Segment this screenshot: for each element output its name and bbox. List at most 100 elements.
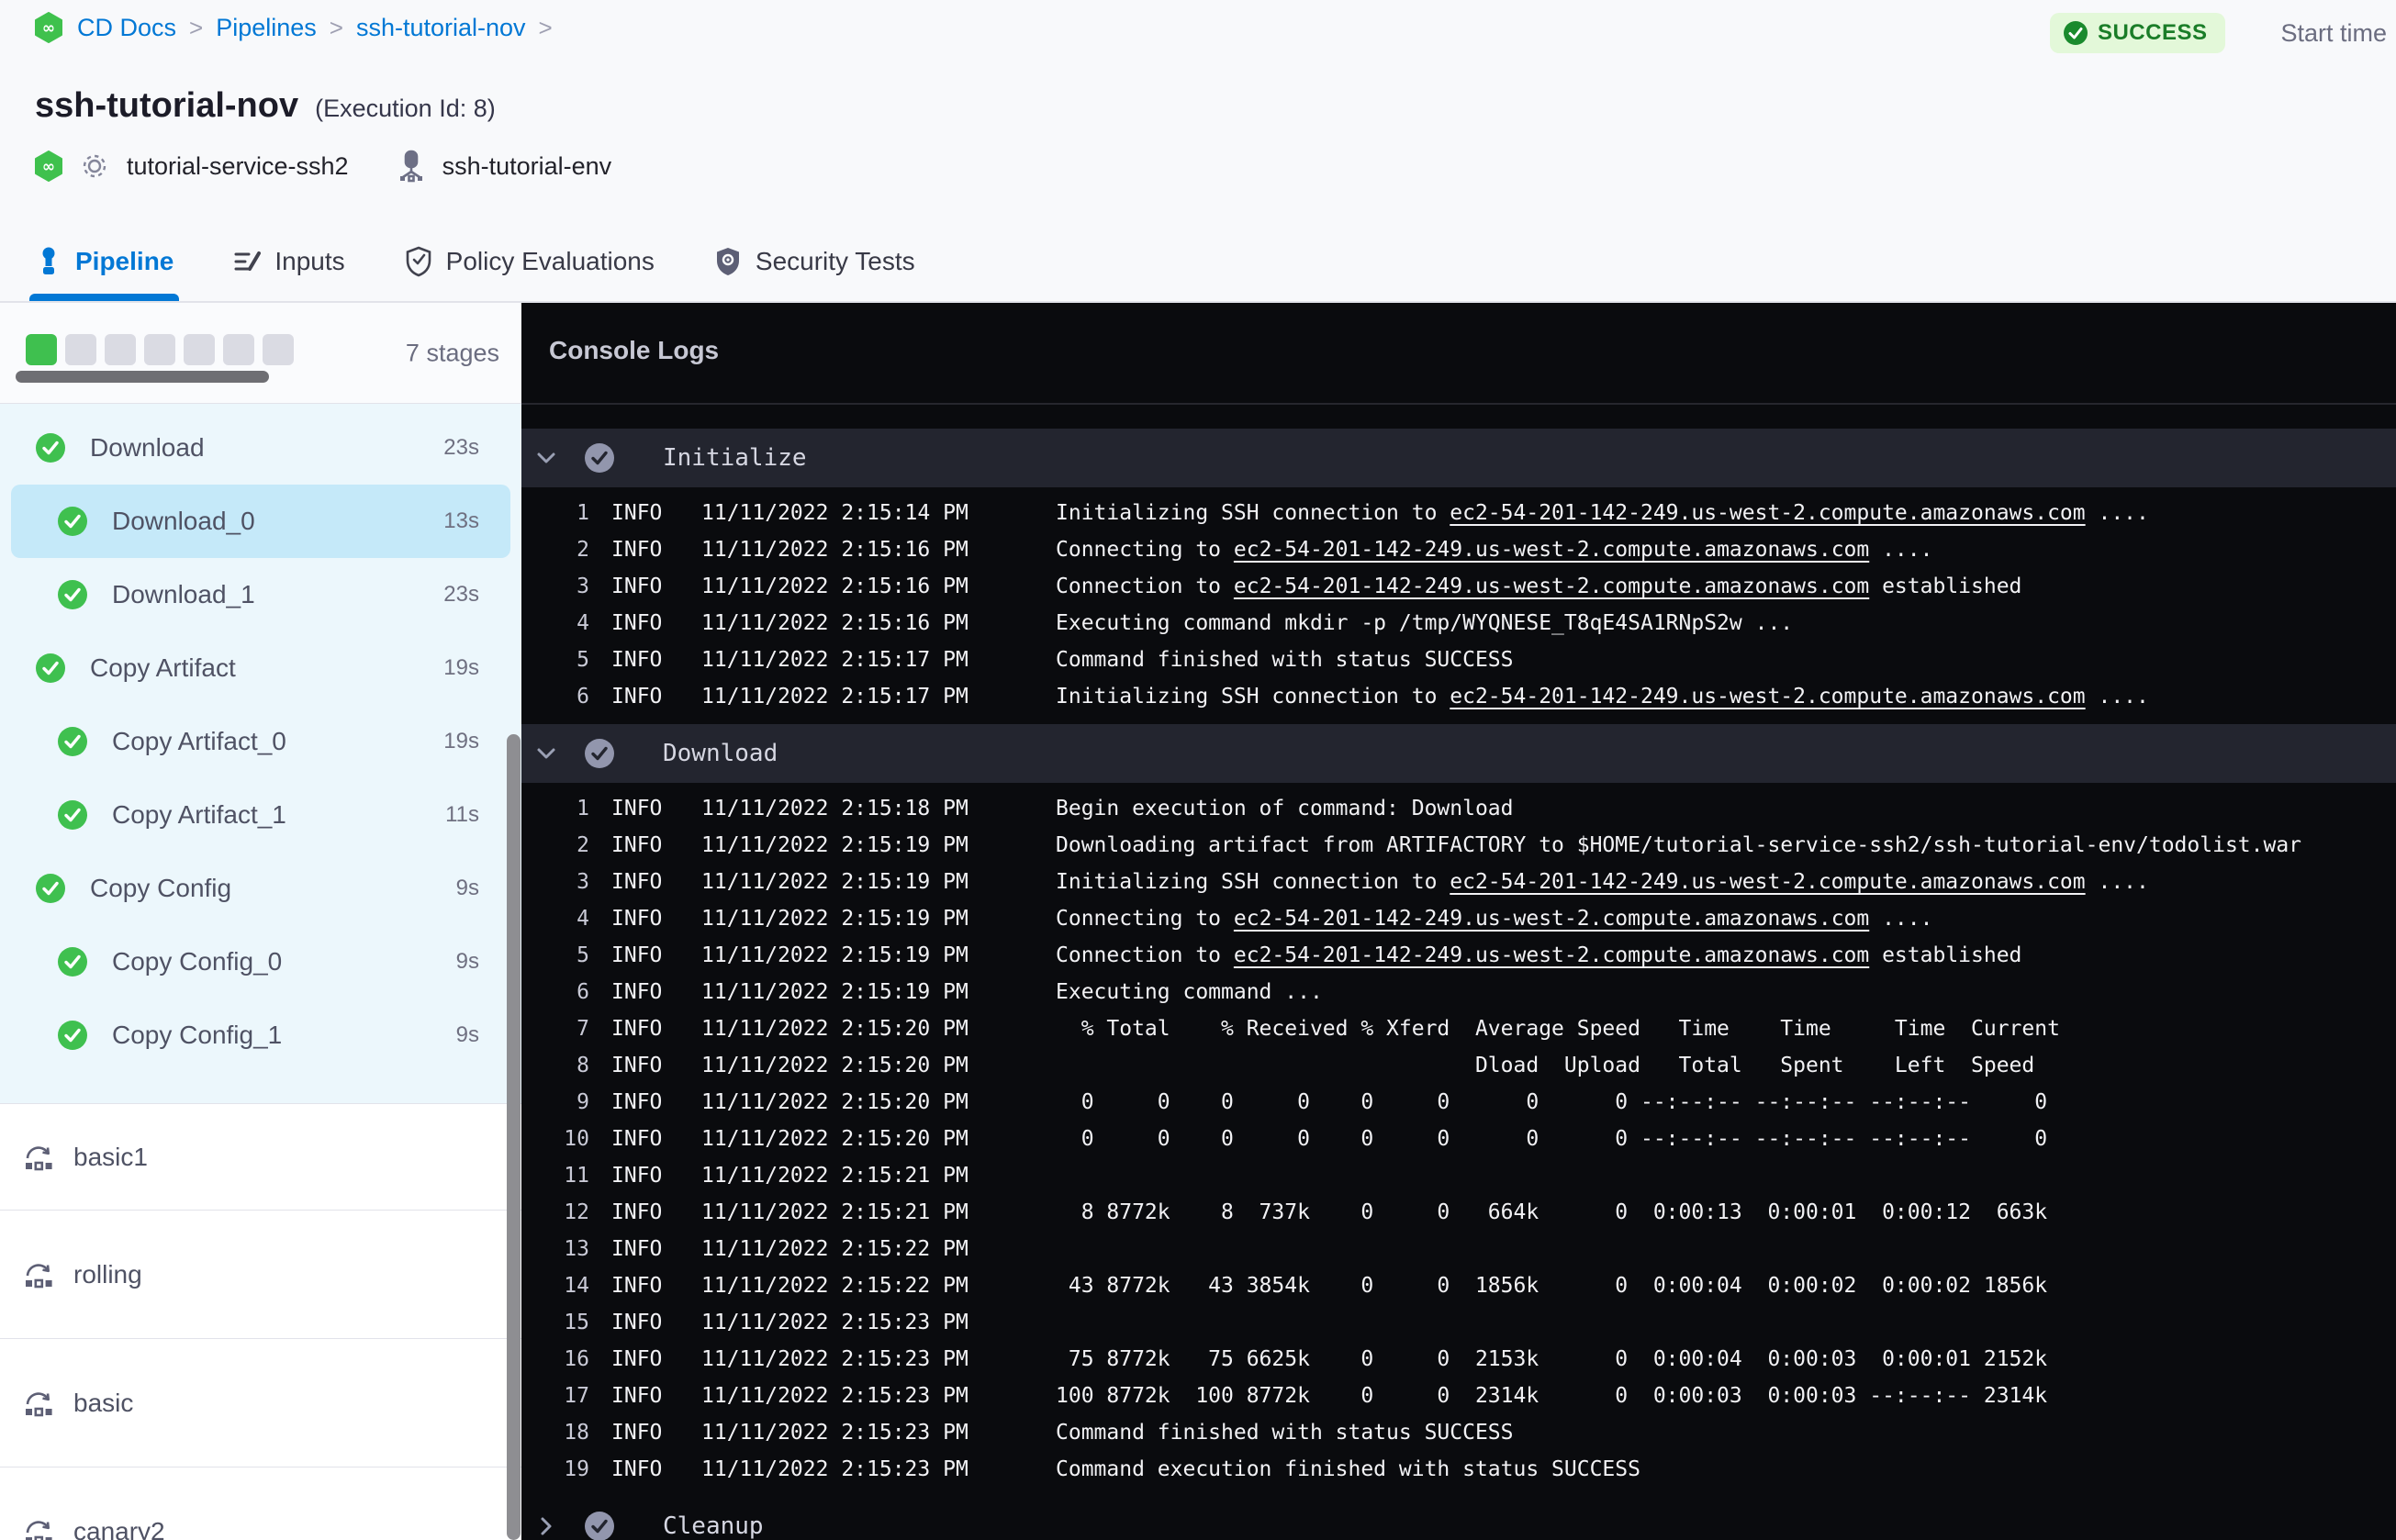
chevron-down-icon[interactable] [536,746,556,761]
stage-row-download[interactable]: Download 23s [0,411,521,485]
stage-duration: 19s [443,655,479,680]
stage-row-copy-config-1[interactable]: Copy Config_1 9s [0,999,521,1072]
success-check-icon [2063,21,2088,45]
svg-text:∞: ∞ [42,158,55,176]
deployment-strategy-icon [26,1145,52,1170]
log-text: 0 0 0 0 0 0 0 0 --:--:-- --:--:-- --:--:… [1056,1090,2048,1114]
log-line-number: 3 [577,870,589,894]
chevron-right-icon[interactable] [539,1516,554,1536]
log-level: INFO [611,1384,663,1408]
console-panel: Console Logs Initialize 1 INFO 11/11/2022 2… [521,303,2396,1540]
tab-security-tests-label: Security Tests [755,247,915,275]
stage-row-copy-config[interactable]: Copy Config 9s [0,852,521,925]
log-host-link[interactable]: ec2-54-201-142-249.us-west-2.compute.ama… [1450,501,2085,525]
log-text: 75 8772k 75 6625k 0 0 2153k 0 0:00:04 0:… [1056,1347,2048,1371]
sidebar-vertical-scrollbar[interactable] [507,734,521,1540]
stage-row-copy-config-0[interactable]: Copy Config_0 9s [0,925,521,999]
strategy-row-rolling[interactable]: rolling [0,1211,521,1339]
log-timestamp: 11/11/2022 2:15:20 PM [701,1127,968,1151]
log-text: Command finished with status SUCCESS [1056,1421,1514,1445]
stage-row-copy-artifact[interactable]: Copy Artifact 19s [0,631,521,705]
stage-progress-minimap[interactable] [26,334,294,365]
log-host-link[interactable]: ec2-54-201-142-249.us-west-2.compute.ama… [1450,685,2085,709]
log-line-number: 5 [577,648,589,672]
log-host-link[interactable]: ec2-54-201-142-249.us-west-2.compute.ama… [1234,943,1869,967]
log-message: 8 8772k 8 737k 0 0 664k 0 0:00:13 0:00:0… [1056,1200,2047,1224]
stage-progress-square [263,334,294,365]
tab-security-tests[interactable]: Security Tests [713,222,915,301]
log-text: Command finished with status SUCCESS [1056,648,1514,672]
log-timestamp: 11/11/2022 2:15:17 PM [701,685,968,709]
check-circle-icon [36,433,65,463]
inputs-icon [232,247,262,276]
breadcrumb-link-pipeline-name[interactable]: ssh-tutorial-nov [356,14,526,42]
stage-progress-square [65,334,96,365]
environment-name[interactable]: ssh-tutorial-env [442,152,612,181]
log-timestamp: 11/11/2022 2:15:23 PM [701,1347,968,1371]
log-message: 0 0 0 0 0 0 0 0 --:--:-- --:--:-- --:--:… [1056,1090,2047,1114]
log-timestamp: 11/11/2022 2:15:19 PM [701,870,968,894]
console-log-body: Initialize 1 INFO 11/11/2022 2:15:14 PM Init… [521,429,2396,1540]
log-message: Connection to ec2-54-201-142-249.us-west… [1056,943,2021,967]
minimap-horizontal-scrollbar[interactable] [16,371,269,383]
log-line: 16 INFO 11/11/2022 2:15:23 PM 75 8772k 75 … [521,1341,2396,1378]
breadcrumb-link-pipelines[interactable]: Pipelines [216,14,317,42]
log-host-link[interactable]: ec2-54-201-142-249.us-west-2.compute.ama… [1234,538,1869,562]
log-line-number: 1 [577,501,589,525]
check-circle-icon [58,800,87,830]
check-circle-icon [585,443,614,473]
stage-row-copy-artifact-0[interactable]: Copy Artifact_0 19s [0,705,521,778]
log-message: 0 0 0 0 0 0 0 0 --:--:-- --:--:-- --:--:… [1056,1127,2047,1151]
tab-policy-evaluations[interactable]: Policy Evaluations [404,222,655,301]
log-level: INFO [611,501,663,525]
stage-duration: 23s [443,435,479,460]
log-line: 10 INFO 11/11/2022 2:15:20 PM 0 0 0 0 0 0 … [521,1121,2396,1157]
stage-row-download-1[interactable]: Download_1 23s [0,558,521,631]
stage-name: Copy Config_0 [112,947,283,976]
strategy-name: rolling [73,1259,142,1289]
execution-meta: ∞ tutorial-service-ssh2 ssh-tutorial-env [0,126,2396,183]
log-level: INFO [611,611,663,635]
service-name[interactable]: tutorial-service-ssh2 [127,152,349,181]
log-line: 1 INFO 11/11/2022 2:15:18 PM Begin executio… [521,790,2396,827]
tab-pipeline[interactable]: Pipeline [28,222,180,301]
log-section-header-initialize[interactable]: Initialize [521,429,2396,487]
stage-row-copy-artifact-1[interactable]: Copy Artifact_1 11s [0,778,521,852]
log-line-number: 5 [577,943,589,967]
strategy-row-basic1[interactable]: basic1 [0,1104,521,1211]
log-section-header-download[interactable]: Download [521,724,2396,783]
breadcrumb-link-cd-docs[interactable]: CD Docs [77,14,176,42]
log-message: 100 8772k 100 8772k 0 0 2314k 0 0:00:03 … [1056,1384,2047,1408]
section-name: Initialize [663,444,807,472]
log-timestamp: 11/11/2022 2:15:23 PM [701,1311,968,1334]
svg-text:∞: ∞ [42,19,55,38]
log-text: Initializing SSH connection to [1056,685,1450,709]
tab-policy-evaluations-label: Policy Evaluations [445,247,655,275]
log-host-link[interactable]: ec2-54-201-142-249.us-west-2.compute.ama… [1234,907,1869,931]
stage-row-download-0[interactable]: Download_0 13s [11,485,510,558]
chevron-down-icon[interactable] [536,451,556,465]
log-text: established [1869,943,2022,967]
log-level: INFO [611,1054,663,1077]
log-line-number: 13 [564,1237,589,1261]
log-level: INFO [611,1274,663,1298]
strategy-stage-list: basic1 rolling basic canary2 [0,1104,521,1540]
section-success-icon [584,738,615,769]
log-line: 11 INFO 11/11/2022 2:15:21 PM [521,1157,2396,1194]
log-section-header-cleanup[interactable]: Cleanup [521,1497,2396,1540]
check-circle-icon [36,653,65,683]
log-text: .... [1869,538,1933,562]
tab-pipeline-label: Pipeline [75,247,174,275]
log-host-link[interactable]: ec2-54-201-142-249.us-west-2.compute.ama… [1450,870,2085,894]
strategy-row-canary2[interactable]: canary2 [0,1467,521,1540]
environment-icon [397,150,426,183]
deployment-strategy-icon [26,1391,52,1416]
stage-name: Copy Config [90,874,232,902]
log-level: INFO [611,648,663,672]
tab-inputs[interactable]: Inputs [232,222,345,301]
console-logs-title: Console Logs [549,336,720,364]
log-host-link[interactable]: ec2-54-201-142-249.us-west-2.compute.ama… [1234,575,1869,598]
strategy-row-basic[interactable]: basic [0,1339,521,1467]
start-time-label: Start time [2280,18,2387,47]
log-text: .... [2085,501,2149,525]
